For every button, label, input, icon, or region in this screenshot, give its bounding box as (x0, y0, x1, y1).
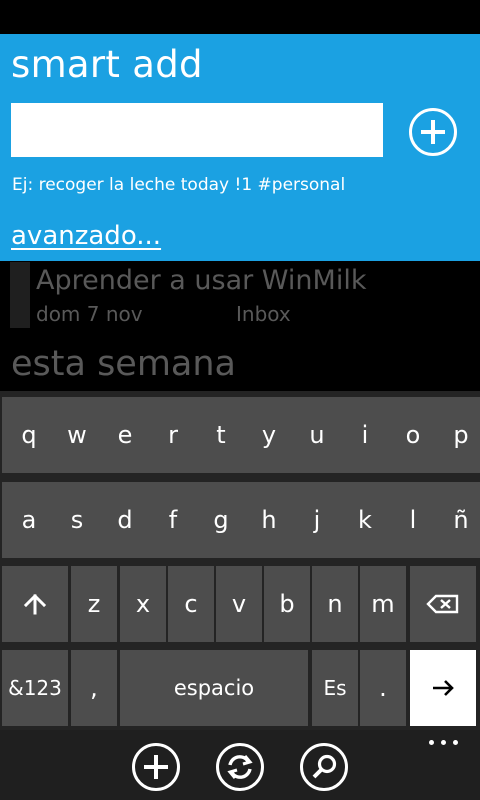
key-q[interactable]: q (2, 397, 56, 473)
key-v[interactable]: v (216, 566, 262, 642)
key-l[interactable]: l (386, 482, 440, 558)
language-key[interactable]: Es (312, 650, 358, 726)
key-x[interactable]: x (120, 566, 166, 642)
task-priority-bar (10, 262, 30, 328)
backspace-key[interactable] (410, 566, 476, 642)
key-r[interactable]: r (146, 397, 200, 473)
sync-icon (227, 755, 253, 779)
key-e[interactable]: e (98, 397, 152, 473)
key-u[interactable]: u (290, 397, 344, 473)
space-key[interactable]: espacio (120, 650, 308, 726)
appbar-add-button[interactable] (132, 743, 180, 791)
key-j[interactable]: j (290, 482, 344, 558)
section-header: esta semana (11, 344, 237, 384)
comma-key[interactable]: , (71, 650, 117, 726)
key-h[interactable]: h (242, 482, 296, 558)
key-n[interactable]: n (312, 566, 358, 642)
task-due-date: dom 7 nov (36, 302, 143, 326)
key-b[interactable]: b (264, 566, 310, 642)
key-w[interactable]: w (50, 397, 104, 473)
key-n-tilde[interactable]: ñ (434, 482, 480, 558)
app-bar (0, 730, 480, 800)
key-z[interactable]: z (71, 566, 117, 642)
key-m[interactable]: m (360, 566, 406, 642)
shift-arrow-icon (23, 593, 47, 615)
key-g[interactable]: g (194, 482, 248, 558)
task-title[interactable]: Aprender a usar WinMilk (36, 262, 366, 300)
key-y[interactable]: y (242, 397, 296, 473)
key-c[interactable]: c (168, 566, 214, 642)
smart-add-hint: Ej: recoger la leche today !1 #personal (12, 175, 346, 195)
add-icon (144, 755, 168, 779)
key-k[interactable]: k (338, 482, 392, 558)
enter-key[interactable] (410, 650, 476, 726)
add-task-button[interactable] (409, 108, 457, 156)
key-i[interactable]: i (338, 397, 392, 473)
shift-key[interactable] (2, 566, 68, 642)
on-screen-keyboard: q w e r t y u i o p a s d f g h j k l ñ … (0, 391, 480, 730)
smart-add-input[interactable] (11, 103, 383, 157)
appbar-search-button[interactable] (300, 743, 348, 791)
status-bar (0, 0, 480, 34)
search-icon (312, 754, 337, 779)
plus-icon (421, 120, 445, 144)
period-key[interactable]: . (360, 650, 406, 726)
key-o[interactable]: o (386, 397, 440, 473)
key-p[interactable]: p (434, 397, 480, 473)
backspace-icon (426, 594, 459, 614)
key-f[interactable]: f (146, 482, 200, 558)
key-a[interactable]: a (2, 482, 56, 558)
key-s[interactable]: s (50, 482, 104, 558)
key-d[interactable]: d (98, 482, 152, 558)
ellipsis-icon[interactable] (426, 734, 462, 748)
enter-arrow-icon (433, 680, 454, 696)
appbar-sync-button[interactable] (216, 743, 264, 791)
task-list-name: Inbox (236, 302, 291, 326)
smart-add-title: smart add (11, 43, 203, 86)
symbols-key[interactable]: &123 (2, 650, 68, 726)
advanced-link[interactable]: avanzado... (11, 221, 161, 251)
key-t[interactable]: t (194, 397, 248, 473)
smart-add-panel: smart add Ej: recoger la leche today !1 … (0, 34, 480, 261)
